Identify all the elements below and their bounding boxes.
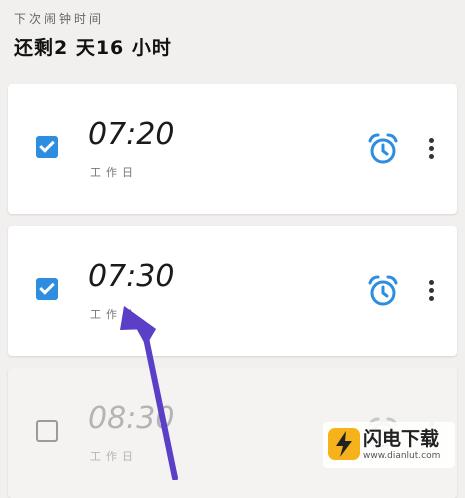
lightning-logo-icon [328,428,360,460]
alarm-repeat: 工作日 [90,166,138,179]
alarm-time: 08:30 [88,401,175,436]
alarm-repeat: 工作日 [90,450,138,463]
watermark: 闪电下载 www.dianlut.com [323,422,455,468]
remaining-time: 还剩2 天16 小时 [14,37,172,59]
next-alarm-header: 下次闹钟时间 还剩2 天16 小时 [14,10,172,60]
alarm-enable-checkbox[interactable] [36,420,58,442]
alarm-enable-checkbox[interactable] [36,278,58,300]
alarm-clock-icon[interactable] [366,132,400,166]
alarm-repeat: 工作日 [90,308,138,321]
alarm-clock-icon[interactable] [366,274,400,308]
alarm-card[interactable]: 07:30 工作日 [8,226,457,356]
alarm-time: 07:30 [88,259,175,294]
alarm-time: 07:20 [88,117,175,152]
watermark-url: www.dianlut.com [363,451,441,461]
watermark-brand: 闪电下载 [363,428,440,450]
more-vert-icon[interactable] [422,136,440,162]
alarm-enable-checkbox[interactable] [36,136,58,158]
more-vert-icon[interactable] [422,278,440,304]
alarm-card[interactable]: 07:20 工作日 [8,84,457,214]
next-alarm-label: 下次闹钟时间 [14,12,105,26]
